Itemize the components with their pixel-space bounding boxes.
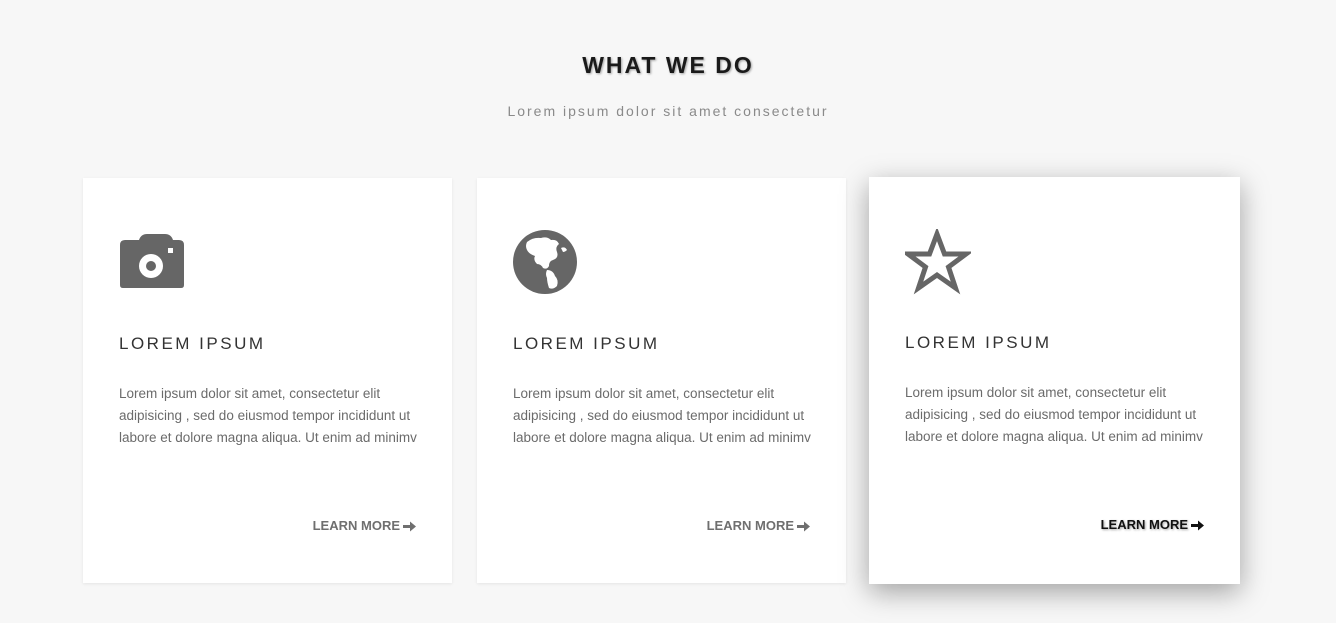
learn-more-link[interactable]: LEARN MORE <box>1101 517 1204 532</box>
learn-more-link[interactable]: LEARN MORE <box>707 518 810 533</box>
service-card-globe: LOREM IPSUM Lorem ipsum dolor sit amet, … <box>477 178 846 583</box>
card-text: Lorem ipsum dolor sit amet, consectetur … <box>119 386 417 445</box>
service-card-star: LOREM IPSUM Lorem ipsum dolor sit amet, … <box>869 177 1240 584</box>
card-title: LOREM IPSUM <box>119 334 266 353</box>
learn-more-link[interactable]: LEARN MORE <box>313 518 416 533</box>
section-title: WHAT WE DO <box>582 52 754 78</box>
arrow-right-icon <box>403 520 416 532</box>
learn-more-label: LEARN MORE <box>1100 517 1188 532</box>
star-icon <box>900 226 974 295</box>
card-title: LOREM IPSUM <box>513 334 660 353</box>
learn-more-label: LEARN MORE <box>312 518 400 533</box>
arrow-right-icon <box>1191 519 1204 531</box>
card-text: Lorem ipsum dolor sit amet, consectetur … <box>905 385 1203 444</box>
service-card-camera: LOREM IPSUM Lorem ipsum dolor sit amet, … <box>83 178 452 583</box>
card-title: LOREM IPSUM <box>905 333 1052 352</box>
section-subtitle: Lorem ipsum dolor sit amet consectetur <box>507 103 829 119</box>
learn-more-label: LEARN MORE <box>706 518 794 533</box>
arrow-right-icon <box>797 520 810 532</box>
card-text: Lorem ipsum dolor sit amet, consectetur … <box>513 386 811 445</box>
services-section: WHAT WE DO Lorem ipsum dolor sit amet co… <box>0 0 1336 623</box>
camera-icon <box>119 230 185 296</box>
globe-icon <box>513 230 579 296</box>
